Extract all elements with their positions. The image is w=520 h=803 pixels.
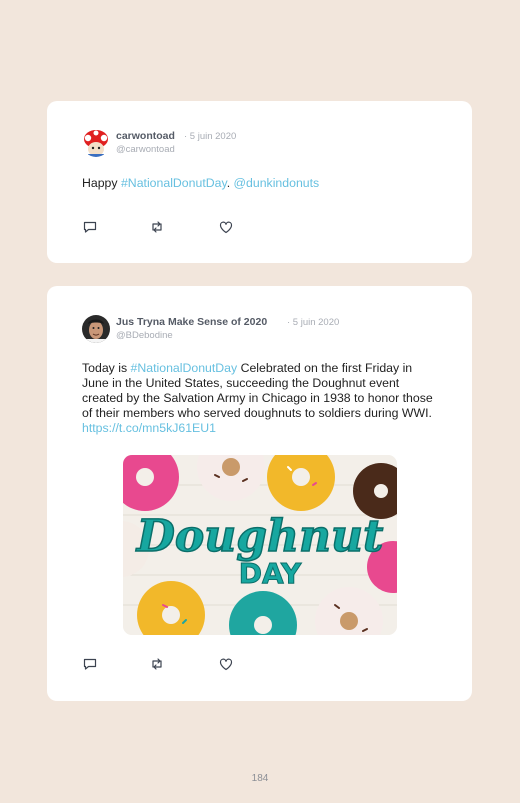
mention-link[interactable]: @dunkindonuts — [234, 176, 320, 190]
reply-icon[interactable] — [82, 656, 98, 672]
hashtag-link[interactable]: #NationalDonutDay — [131, 361, 238, 375]
url-link[interactable]: https://t.co/mn5kJ61EU1 — [82, 421, 216, 435]
tweet-actions — [82, 656, 252, 672]
tweet-text-separator: . — [226, 176, 234, 190]
tweet-card-2: Jus Tryna Make Sense of 2020 · 5 juin 20… — [47, 286, 472, 701]
hashtag-link[interactable]: #NationalDonutDay — [121, 176, 227, 190]
media-subtitle: DAY — [239, 557, 302, 590]
tweet-actions — [82, 219, 252, 235]
author-name[interactable]: carwontoad — [116, 130, 175, 142]
person-avatar[interactable] — [82, 315, 110, 343]
tweet-date: · 5 juin 2020 — [184, 131, 237, 142]
heart-icon[interactable] — [218, 656, 234, 672]
media-title: Doughnut — [135, 511, 384, 562]
author-handle[interactable]: @carwontoad — [116, 144, 175, 155]
retweet-icon[interactable] — [149, 219, 165, 235]
tweet-text: Today is #NationalDonutDay Celebrated on… — [82, 361, 437, 436]
author-name[interactable]: Jus Tryna Make Sense of 2020 — [116, 316, 267, 328]
tweet-text-intro: Today is — [82, 361, 131, 375]
heart-icon[interactable] — [218, 219, 234, 235]
retweet-icon[interactable] — [149, 656, 165, 672]
tweet-text-intro: Happy — [82, 176, 121, 190]
author-handle[interactable]: @BDebodine — [116, 330, 173, 341]
toad-avatar[interactable] — [82, 129, 110, 157]
doughnut-day-image[interactable]: Doughnut DAY — [123, 455, 397, 635]
reply-icon[interactable] — [82, 219, 98, 235]
tweet-date: · 5 juin 2020 — [287, 317, 340, 328]
page-number: 184 — [251, 773, 269, 784]
tweet-text: Happy #NationalDonutDay. @dunkindonuts — [82, 176, 437, 191]
tweet-card-1: carwontoad · 5 juin 2020 @carwontoad Hap… — [47, 101, 472, 263]
